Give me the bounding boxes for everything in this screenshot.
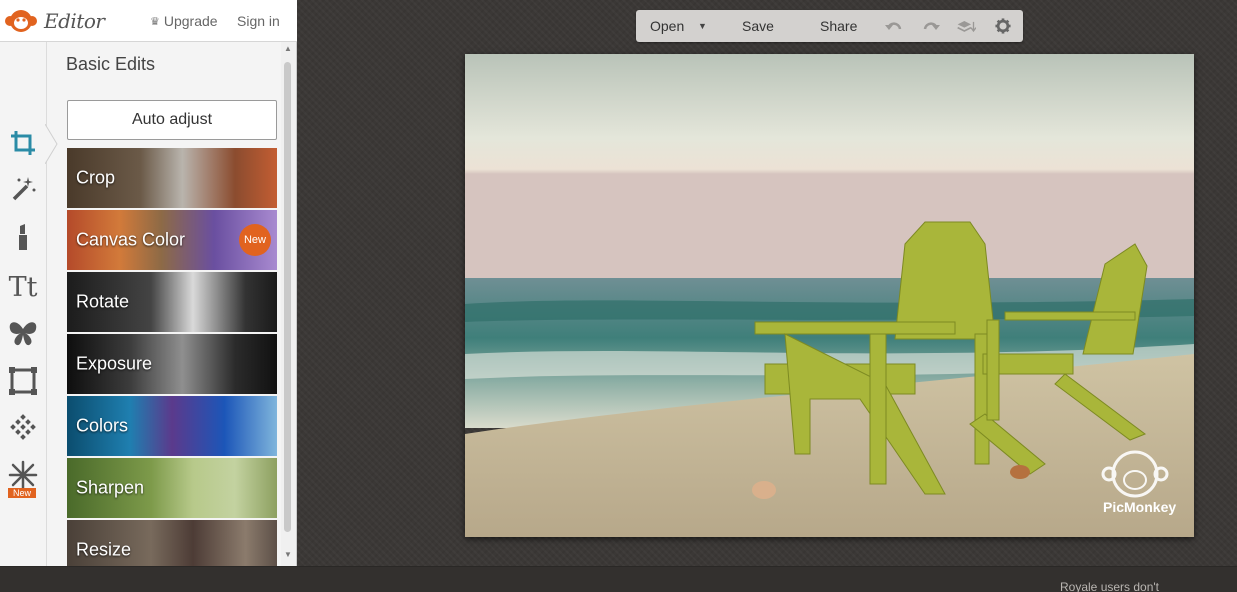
edit-label: Crop [76, 167, 116, 188]
snowflake-new-badge: New [8, 488, 36, 498]
layers-icon[interactable] [956, 18, 976, 34]
edit-resize[interactable]: Resize [67, 520, 277, 566]
edit-label: Sharpen [76, 477, 145, 498]
upgrade-label: Upgrade [163, 13, 218, 29]
monkey-logo-icon[interactable] [4, 8, 38, 34]
signin-link[interactable]: Sign in [237, 13, 280, 29]
crown-icon: ♛ [150, 15, 160, 28]
panel-title: Basic Edits [66, 54, 156, 74]
open-dropdown-icon[interactable]: ▼ [698, 10, 707, 42]
edit-label: Exposure [76, 353, 153, 374]
edit-rotate[interactable]: Rotate [67, 272, 277, 332]
edit-exposure[interactable]: Exposure [67, 334, 277, 394]
magic-wand-icon[interactable] [4, 170, 42, 208]
edit-label: Rotate [76, 291, 130, 312]
undo-icon[interactable] [884, 18, 904, 34]
top-bar: Editor ♛ Upgrade Sign in [0, 0, 297, 42]
watermark-text: PicMonkey [1103, 499, 1176, 515]
edit-label: Resize [76, 539, 132, 560]
scroll-down-icon[interactable]: ▼ [284, 550, 292, 559]
basic-edits-panel: Basic Edits Auto adjust Crop Canvas Colo… [48, 42, 281, 566]
redo-icon[interactable] [921, 18, 941, 34]
top-toolbar: Open ▼ Save Share [636, 10, 1023, 42]
bottom-bar [0, 566, 1237, 592]
text-icon-label: Tt [8, 271, 38, 303]
frame-icon[interactable] [4, 362, 42, 400]
upgrade-link[interactable]: ♛ Upgrade [150, 13, 218, 29]
tool-column: Tt New [0, 42, 47, 566]
auto-adjust-button[interactable]: Auto adjust [67, 100, 277, 140]
new-badge: New [239, 224, 271, 256]
edit-crop[interactable]: Crop [67, 148, 277, 208]
touch-up-lipstick-icon[interactable] [4, 218, 42, 256]
edit-colors[interactable]: Colors [67, 396, 277, 456]
butterfly-overlay-icon[interactable] [4, 314, 42, 352]
share-button[interactable]: Share [820, 10, 857, 42]
edit-label: Canvas Color [76, 229, 186, 250]
edit-canvas-color[interactable]: Canvas Color New [67, 210, 277, 270]
save-button[interactable]: Save [742, 10, 774, 42]
royale-note: Royale users don't [1060, 580, 1160, 592]
app-name: Editor [44, 9, 105, 33]
scroll-up-icon[interactable]: ▲ [284, 44, 292, 53]
open-button[interactable]: Open [650, 10, 684, 42]
canvas-photo[interactable]: PicMonkey [465, 54, 1194, 537]
texture-icon[interactable] [4, 410, 42, 448]
left-panel: Editor ♛ Upgrade Sign in Tt New Basic Ed… [0, 0, 297, 566]
edit-sharpen[interactable]: Sharpen [67, 458, 277, 518]
text-icon[interactable]: Tt [4, 268, 42, 306]
gear-icon[interactable] [994, 18, 1012, 34]
panel-scrollbar[interactable]: ▲ ▼ [281, 42, 296, 566]
scroll-thumb[interactable] [284, 62, 291, 532]
edit-label: Colors [76, 415, 129, 436]
crop-tool-icon[interactable] [4, 124, 42, 162]
